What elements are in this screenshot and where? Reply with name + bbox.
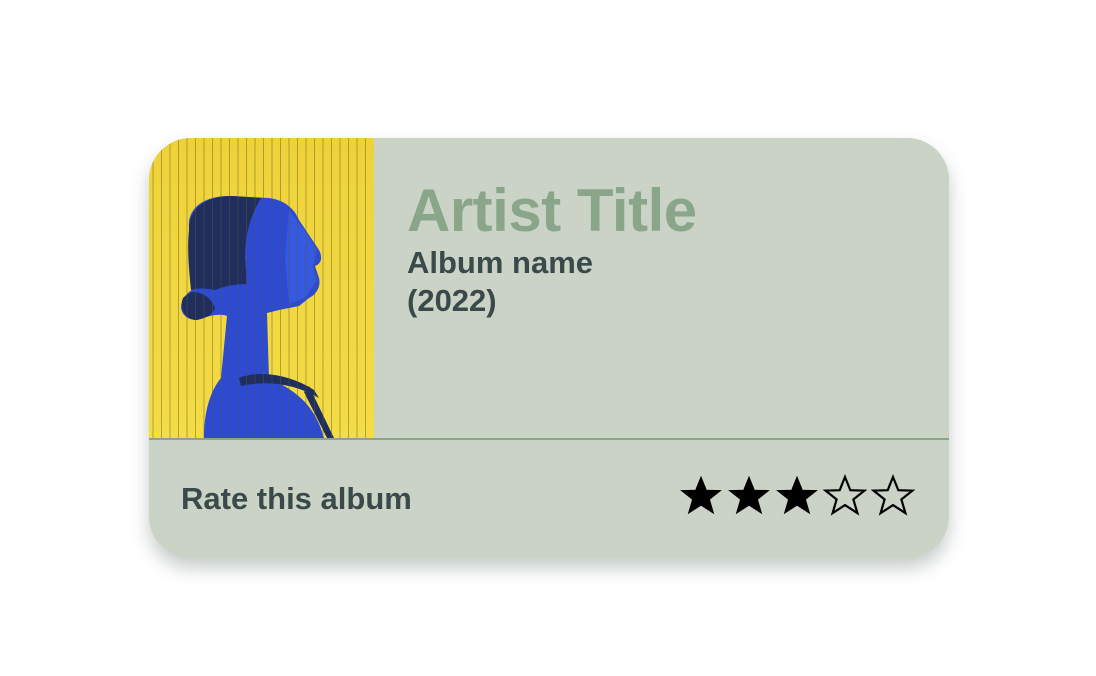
album-name: Album name — [407, 245, 594, 280]
filled-star-icon[interactable] — [727, 474, 771, 518]
empty-star-icon[interactable] — [871, 474, 915, 518]
artist-title: Artist Title — [407, 177, 697, 244]
album-header: Artist Title Album name (2022) — [149, 138, 949, 438]
album-info: Artist Title Album name (2022) — [407, 178, 697, 320]
rating-section: Rate this album — [149, 440, 949, 558]
rate-label: Rate this album — [181, 481, 412, 516]
star-rating[interactable] — [679, 474, 915, 518]
album-cover-image — [149, 138, 374, 438]
filled-star-icon[interactable] — [679, 474, 723, 518]
album-card: Artist Title Album name (2022) Rate this… — [149, 138, 949, 558]
filled-star-icon[interactable] — [775, 474, 819, 518]
album-cover-art — [149, 138, 374, 438]
album-year: (2022) — [407, 283, 497, 318]
empty-star-icon[interactable] — [823, 474, 867, 518]
